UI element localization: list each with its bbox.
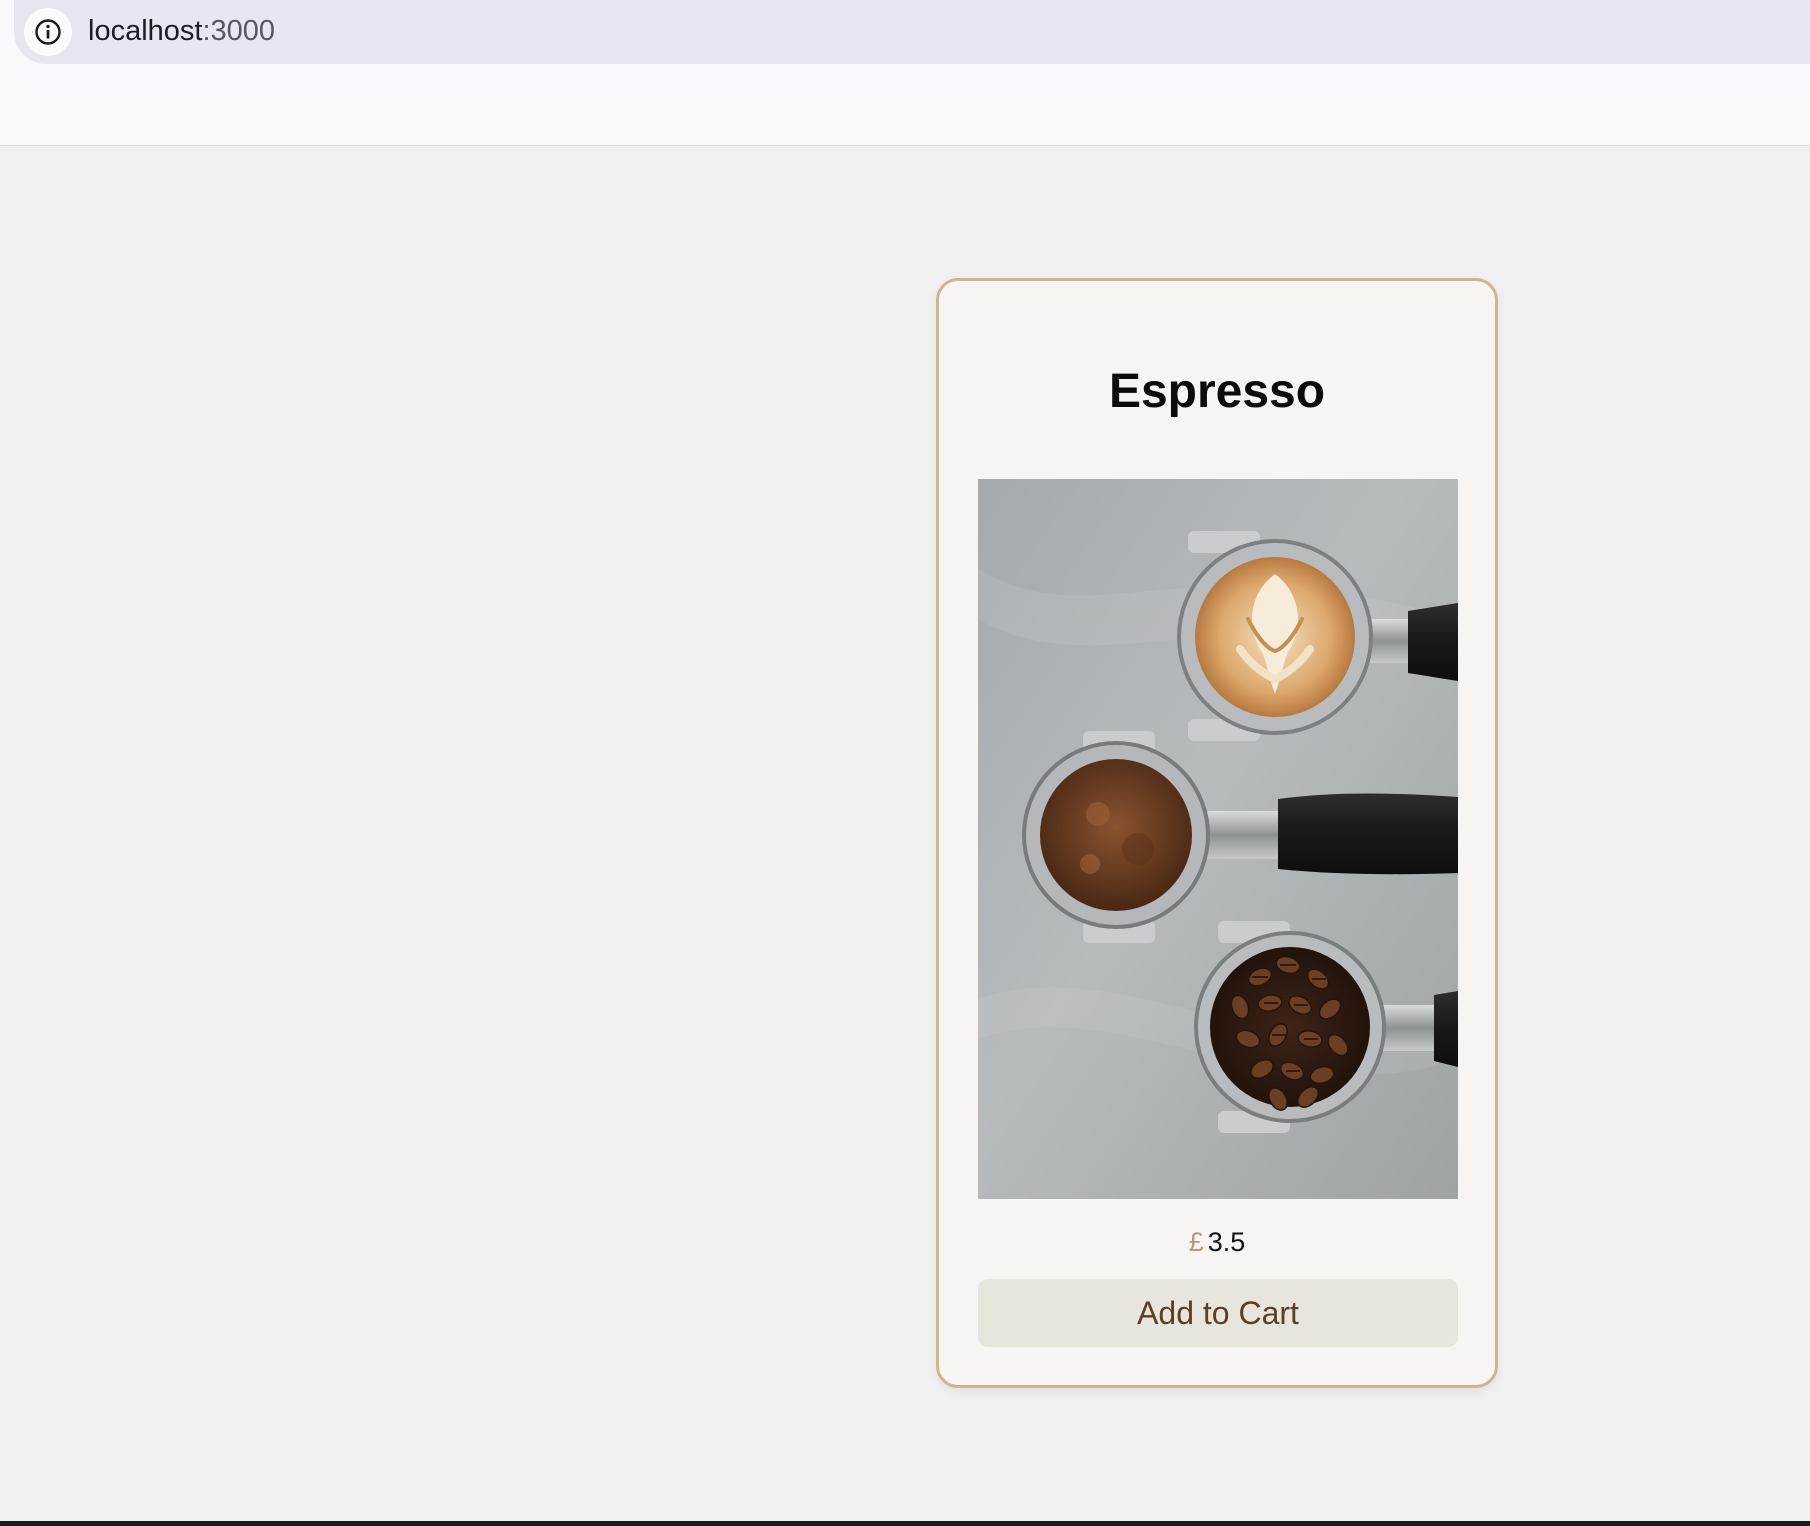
url-text[interactable]: localhost:3000 — [88, 14, 275, 48]
product-card: Espresso £ 3.5 Add to Cart — [936, 278, 1498, 1388]
price-value: 3.5 — [1207, 1227, 1246, 1257]
url-host: localhost — [88, 15, 203, 47]
product-title: Espresso — [1108, 365, 1326, 418]
product-image — [978, 479, 1458, 1199]
add-to-cart-button[interactable]: Add to Cart — [978, 1279, 1458, 1347]
url-port: :3000 — [202, 15, 276, 47]
info-icon[interactable] — [24, 8, 72, 56]
address-bar[interactable]: localhost:3000 — [14, 0, 1810, 64]
browser-toolbar: localhost:3000 — [0, 0, 1810, 146]
bottom-border — [0, 1521, 1810, 1526]
espresso-portafilters-photo — [978, 479, 1458, 1199]
currency-symbol: £ — [1188, 1227, 1204, 1257]
product-price: £3.5 — [939, 1226, 1495, 1258]
